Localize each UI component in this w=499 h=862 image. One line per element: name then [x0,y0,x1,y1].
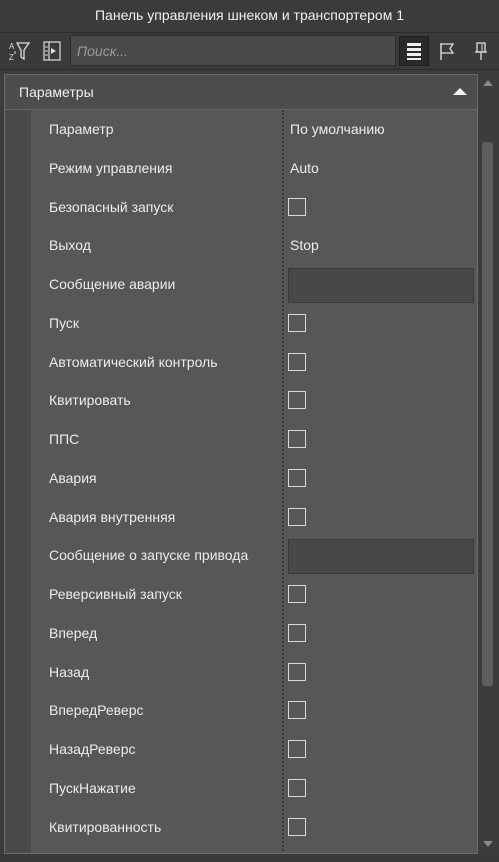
property-row[interactable]: Автоматический контроль [31,343,477,382]
flag-icon [440,43,455,60]
property-label: Сообщение аварии [49,276,176,292]
property-row[interactable]: ПускНажатие [31,769,477,808]
window-title: Панель управления шнеком и транспортером… [0,0,499,33]
property-row[interactable]: Реверсивный запуск [31,575,477,614]
property-row[interactable]: ППС [31,420,477,459]
property-row[interactable]: Назад [31,653,477,692]
property-label: Авария внутренняя [49,508,176,525]
properties-panel: Параметры Параметр По умолчанию Режим упра… [4,74,478,854]
property-row[interactable]: ВпередРеверс [31,691,477,730]
property-label: Авария [49,469,97,486]
property-checkbox[interactable] [288,740,306,758]
sort-filter-icon: A Z [9,42,30,62]
property-checkbox[interactable] [288,352,306,371]
list-view-icon [407,43,421,60]
property-row[interactable]: Квитировать [31,381,477,420]
property-row[interactable]: Параметр По умолчанию [31,110,477,149]
property-text-field[interactable] [288,539,474,575]
property-checkbox[interactable] [288,468,306,487]
property-row[interactable]: НазадРеверс [31,730,477,769]
property-label: Выход [49,237,91,254]
flag-button[interactable] [432,36,462,66]
property-row[interactable]: Безопасный запуск [31,188,477,227]
property-value: Auto [290,159,319,176]
svg-text:Z: Z [9,53,14,62]
property-checkbox[interactable] [288,701,306,720]
property-checkbox[interactable] [288,430,306,448]
property-label: Реверсивный запуск [49,586,182,602]
property-text-field[interactable] [288,268,474,303]
search-input[interactable] [70,35,396,66]
scroll-down-icon[interactable] [482,839,494,849]
column-divider[interactable] [282,110,284,853]
section-title: Параметры [19,84,94,100]
property-checkbox[interactable] [288,313,306,332]
property-label: Безопасный запуск [49,198,174,215]
property-row[interactable]: Режим управления Auto [31,149,477,188]
property-row[interactable]: Авария внутренняя [31,498,477,537]
expand-icon [43,41,61,61]
vertical-scrollbar[interactable] [479,74,497,854]
property-label: Режим управления [49,159,173,176]
scrollbar-thumb[interactable] [482,142,493,686]
list-view-button[interactable] [399,36,429,66]
property-label: Параметр [49,121,114,137]
property-checkbox[interactable] [288,507,306,526]
property-checkbox[interactable] [288,197,306,216]
property-row[interactable]: Сообщение аварии [31,265,477,304]
property-checkbox[interactable] [288,778,306,797]
pin-icon [475,42,487,60]
sort-filter-button[interactable]: A Z [4,36,34,66]
property-label: Назад [49,663,90,680]
pin-button[interactable] [466,36,496,66]
row-gutter [5,110,31,853]
property-label: ППС [49,431,80,447]
property-label: ВпередРеверс [49,702,144,719]
property-label: Пуск [49,314,80,331]
property-label: Автоматический контроль [49,353,218,370]
property-checkbox[interactable] [288,585,306,603]
property-row[interactable]: Пуск [31,304,477,343]
property-row[interactable]: Авария [31,459,477,498]
property-checkbox[interactable] [288,662,306,681]
property-checkbox[interactable] [288,623,306,642]
property-checkbox[interactable] [288,391,306,410]
property-row[interactable]: Выход Stop [31,226,477,265]
property-label: Вперед [49,624,98,641]
scroll-up-icon[interactable] [482,78,494,88]
bottom-edge [0,854,499,862]
property-row[interactable]: Квитированность [31,808,477,847]
property-label: Квитировать [49,392,131,409]
collapse-icon[interactable] [453,87,467,96]
property-checkbox[interactable] [288,817,306,836]
expand-all-button[interactable] [37,36,67,66]
property-label: Сообщение о запуске привода [49,547,249,564]
property-label: НазадРеверс [49,741,136,757]
svg-text:A: A [9,42,15,51]
property-label: Квитированность [49,818,162,835]
property-row[interactable]: Вперед [31,614,477,653]
property-value: Stop [290,237,319,254]
property-value: По умолчанию [290,121,385,137]
property-row[interactable]: Сообщение о запуске привода [31,536,477,575]
toolbar: A Z [0,33,499,70]
section-header[interactable]: Параметры [5,75,477,110]
property-label: ПускНажатие [49,779,136,796]
